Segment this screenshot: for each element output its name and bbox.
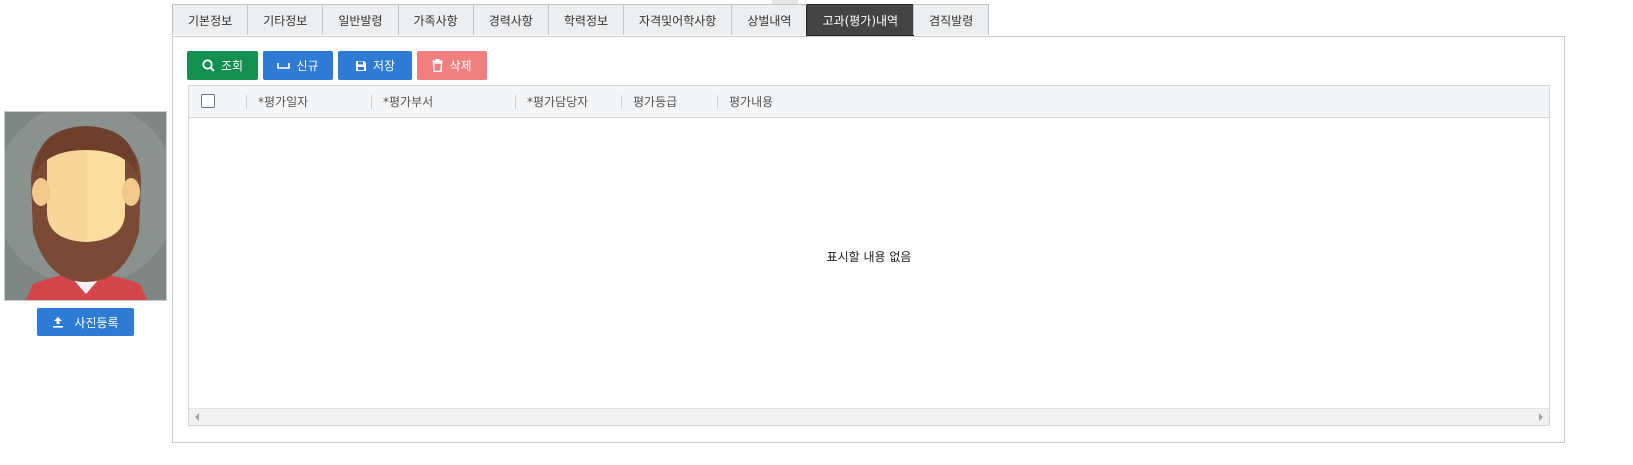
- select-all-checkbox[interactable]: [201, 94, 215, 108]
- tab-rewards-penalties[interactable]: 상벌내역: [731, 4, 808, 35]
- tab-career[interactable]: 경력사항: [472, 4, 549, 35]
- new-button-label: 신규: [296, 59, 319, 73]
- save-button-label: 저장: [372, 59, 396, 73]
- evaluation-grid: *평가일자 *평가부서 *평가담당자 평가등급 평가내용 표시할 내용 없음: [188, 85, 1550, 426]
- column-header-eval-dept[interactable]: *평가부서: [371, 86, 433, 117]
- column-header-evaluator[interactable]: *평가담당자: [515, 86, 588, 117]
- empty-message: 표시할 내용 없음: [826, 250, 912, 264]
- employee-photo: [4, 111, 167, 301]
- horizontal-scrollbar[interactable]: [189, 408, 1549, 425]
- delete-button-label: 삭제: [449, 59, 472, 73]
- tab-bar: 기본정보 기타정보 일반발령 가족사항 경력사항 학력정보 자격및어학사항 상벌…: [172, 4, 990, 36]
- new-row-icon: [277, 62, 291, 69]
- toolbar: 조회 신규 저장 삭제: [187, 51, 487, 80]
- tab-evaluation-history[interactable]: 고과(평가)내역: [806, 4, 915, 36]
- upload-icon: [53, 317, 64, 328]
- search-icon: [202, 59, 215, 72]
- delete-button[interactable]: 삭제: [417, 51, 487, 80]
- tab-general-appointment[interactable]: 일반발령: [322, 4, 399, 35]
- grid-header: *평가일자 *평가부서 *평가담당자 평가등급 평가내용: [189, 86, 1549, 118]
- tab-concurrent-appointment[interactable]: 겸직발령: [913, 4, 990, 35]
- trash-icon: [432, 59, 443, 72]
- save-button[interactable]: 저장: [338, 51, 412, 80]
- upload-photo-button[interactable]: 사진등록: [37, 308, 134, 336]
- floppy-disk-icon: [355, 60, 366, 71]
- avatar-placeholder-icon: [5, 112, 166, 300]
- tab-other-info[interactable]: 기타정보: [247, 4, 324, 35]
- tab-certificates-languages[interactable]: 자격및어학사항: [623, 4, 733, 35]
- evaluation-panel: 조회 신규 저장 삭제 *평가일자 *평가부서 *평가담당자 평가등급 평가내용…: [172, 36, 1565, 443]
- new-button[interactable]: 신규: [263, 51, 333, 80]
- tab-basic-info[interactable]: 기본정보: [172, 4, 249, 35]
- tab-education[interactable]: 학력정보: [547, 4, 625, 35]
- column-header-eval-date[interactable]: *평가일자: [246, 86, 308, 117]
- search-button-label: 조회: [220, 59, 244, 73]
- scroll-right-icon[interactable]: [1539, 413, 1543, 421]
- tab-family[interactable]: 가족사항: [397, 4, 474, 35]
- upload-photo-label: 사진등록: [74, 315, 119, 330]
- search-button[interactable]: 조회: [187, 51, 258, 80]
- column-header-eval-content[interactable]: 평가내용: [717, 86, 773, 117]
- column-header-eval-grade[interactable]: 평가등급: [621, 86, 677, 117]
- scroll-left-icon[interactable]: [195, 413, 199, 421]
